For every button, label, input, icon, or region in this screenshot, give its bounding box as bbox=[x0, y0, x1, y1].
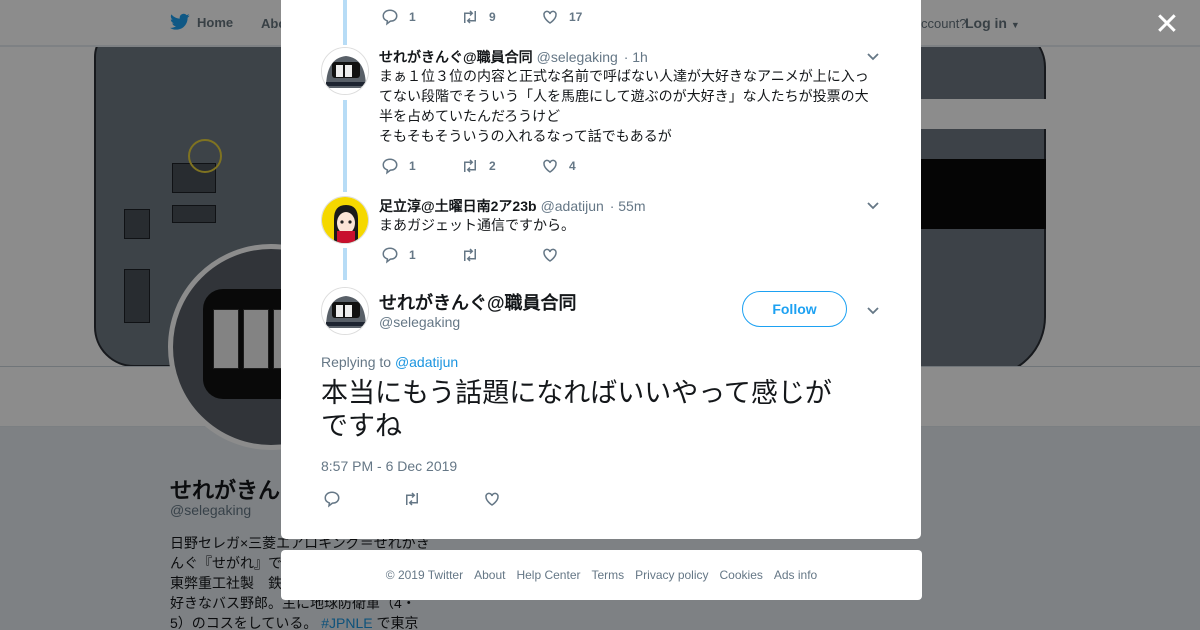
like-icon bbox=[485, 492, 499, 506]
thread-line bbox=[343, 0, 347, 45]
tweet-text-line: てない段階でそういう「人を馬鹿にして遊ぶのが大好き」な人たちが投票の大 bbox=[379, 88, 869, 104]
like-icon bbox=[543, 10, 557, 24]
tweet-modal: 1 9 17 せれがきんぐ@職員合同 @selegaking · 1h まぁ１位３… bbox=[281, 0, 921, 539]
retweet-icon bbox=[464, 248, 476, 262]
like-button[interactable] bbox=[541, 246, 621, 264]
tweet-header: 足立淳@土曜日南2ア23b @adatijun · 55m bbox=[379, 196, 646, 216]
thread-tweet[interactable]: せれがきんぐ@職員合同 @selegaking · 1h まぁ１位３位の内容と正式… bbox=[321, 47, 891, 167]
tweet-actions: 1 bbox=[381, 245, 621, 265]
footer-copyright: © 2019 Twitter bbox=[385, 568, 464, 582]
like-icon bbox=[543, 248, 557, 262]
author-name[interactable]: せれがきんぐ@職員合同 bbox=[379, 289, 577, 315]
tweet-text: まあガジェット通信ですから。 bbox=[379, 215, 875, 235]
tweet-timestamp[interactable]: 8:57 PM - 6 Dec 2019 bbox=[321, 458, 457, 474]
author-handle[interactable]: @selegaking bbox=[379, 314, 460, 330]
retweet-count: 2 bbox=[489, 159, 496, 173]
tweet-text-line: ですね bbox=[321, 411, 402, 441]
like-count: 17 bbox=[569, 10, 583, 24]
author-name[interactable]: せれがきんぐ@職員合同 bbox=[379, 49, 533, 65]
reply-button[interactable]: 1 bbox=[381, 157, 461, 175]
like-count: 4 bbox=[569, 159, 576, 173]
retweet-icon bbox=[406, 492, 418, 506]
reply-button[interactable]: 1 bbox=[381, 8, 461, 26]
retweet-button[interactable]: 2 bbox=[461, 157, 541, 175]
author-name[interactable]: 足立淳@土曜日南2ア23b bbox=[379, 198, 537, 214]
retweet-button[interactable]: 9 bbox=[461, 8, 541, 26]
reply-count: 1 bbox=[409, 248, 416, 262]
reply-button[interactable]: 1 bbox=[381, 246, 461, 264]
footer-link-terms[interactable]: Terms bbox=[591, 568, 624, 582]
tweet-header: せれがきんぐ@職員合同 @selegaking · 1h bbox=[379, 47, 648, 67]
footer-link-help-center[interactable]: Help Center bbox=[516, 568, 580, 582]
tweet-text: まぁ１位３位の内容と正式な名前で呼ばない人達が大好きなアニメが上に入っ てない段… bbox=[379, 66, 875, 146]
follow-button[interactable]: Follow bbox=[742, 291, 847, 327]
reply-icon bbox=[382, 247, 398, 264]
reply-icon bbox=[324, 491, 340, 508]
retweet-icon bbox=[464, 10, 476, 24]
chevron-down-icon[interactable] bbox=[866, 198, 880, 212]
tweet-text-line: 半を占めていたんだろうけど bbox=[379, 108, 561, 124]
footer-link-ads-info[interactable]: Ads info bbox=[774, 568, 817, 582]
avatar[interactable] bbox=[321, 287, 369, 335]
main-tweet-text: 本当にもう話題になればいいやって感じが ですね bbox=[321, 377, 881, 443]
reply-icon bbox=[382, 158, 398, 175]
close-icon[interactable]: ✕ bbox=[1154, 10, 1180, 40]
tweet-time[interactable]: · 1h bbox=[624, 49, 648, 65]
tweet-text-line: まぁ１位３位の内容と正式な名前で呼ばない人達が大好きなアニメが上に入っ bbox=[379, 68, 869, 84]
tweet-actions: 1 2 4 bbox=[381, 156, 621, 176]
bus-avatar-icon bbox=[322, 288, 368, 334]
modal-footer: © 2019 Twitter About Help Center Terms P… bbox=[281, 550, 922, 600]
tweet-text-line: まあガジェット通信ですから。 bbox=[379, 217, 575, 233]
author-handle[interactable]: @selegaking bbox=[537, 49, 618, 65]
footer-link-cookies[interactable]: Cookies bbox=[720, 568, 763, 582]
footer-link-privacy[interactable]: Privacy policy bbox=[635, 568, 708, 582]
footer-link-about[interactable]: About bbox=[474, 568, 505, 582]
like-button[interactable]: 17 bbox=[541, 8, 621, 26]
reply-icon bbox=[382, 9, 398, 26]
reply-count: 1 bbox=[409, 159, 416, 173]
retweet-count: 9 bbox=[489, 10, 496, 24]
like-button[interactable] bbox=[483, 490, 563, 508]
tweet-time[interactable]: · 55m bbox=[610, 198, 646, 214]
anime-avatar-icon bbox=[322, 197, 368, 243]
replying-to-link[interactable]: @adatijun bbox=[395, 354, 458, 370]
tweet-text-line: そもそもそういうの入れるなって話でもあるが bbox=[379, 128, 672, 144]
replying-to: Replying to @adatijun bbox=[321, 354, 458, 370]
chevron-down-icon[interactable] bbox=[866, 303, 880, 317]
author-handle[interactable]: @adatijun bbox=[541, 198, 604, 214]
avatar[interactable] bbox=[321, 47, 369, 95]
chevron-down-icon[interactable] bbox=[866, 49, 880, 63]
tweet-text-line: 本当にもう話題になればいいやって感じが bbox=[321, 378, 832, 408]
tweet-actions: 1 9 17 bbox=[381, 7, 621, 27]
main-tweet-actions bbox=[323, 489, 563, 509]
retweet-icon bbox=[464, 159, 476, 173]
like-icon bbox=[543, 159, 557, 173]
bus-avatar-icon bbox=[322, 48, 368, 94]
reply-count: 1 bbox=[409, 10, 416, 24]
retweet-button[interactable] bbox=[403, 490, 483, 508]
avatar[interactable] bbox=[321, 196, 369, 244]
replying-prefix: Replying to bbox=[321, 354, 395, 370]
reply-button[interactable] bbox=[323, 490, 403, 508]
retweet-button[interactable] bbox=[461, 246, 541, 264]
like-button[interactable]: 4 bbox=[541, 157, 621, 175]
